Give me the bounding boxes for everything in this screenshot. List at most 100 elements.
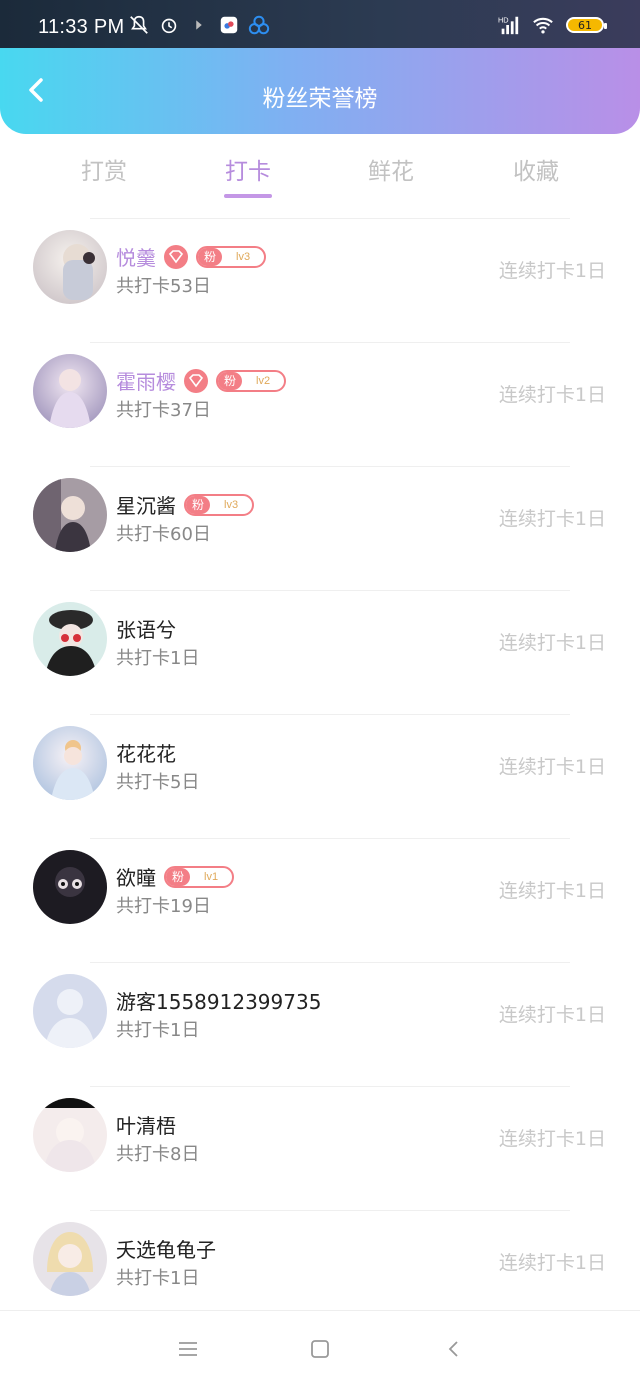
avatar[interactable] — [33, 850, 107, 924]
fan-name: 张语兮 — [116, 618, 176, 642]
streak-checkin: 连续打卡1日 — [498, 260, 606, 282]
fan-level: lv2 — [256, 374, 271, 387]
total-checkin: 共打卡60日 — [116, 524, 211, 545]
fan-name-row: 欲瞳 粉 lv1 — [116, 862, 235, 891]
streak-checkin: 连续打卡1日 — [498, 384, 606, 406]
arrow-icon — [196, 20, 202, 30]
list-item[interactable]: 游客1558912399735 共打卡1日 连续打卡1日 — [0, 962, 640, 1086]
avatar[interactable] — [33, 230, 107, 304]
list-item[interactable]: 花花花 共打卡5日 连续打卡1日 — [0, 714, 640, 838]
divider — [90, 838, 570, 839]
wifi-icon — [533, 17, 553, 34]
divider — [90, 590, 570, 591]
menu-button[interactable] — [176, 1337, 200, 1361]
total-checkin: 共打卡37日 — [116, 400, 211, 421]
fan-name-row: 夭选龟龟子 — [116, 1234, 216, 1263]
avatar[interactable] — [33, 354, 107, 428]
fan-name-row: 叶清梧 — [116, 1110, 176, 1139]
fan-level: lv1 — [204, 870, 219, 883]
tab-checkin-label: 打卡 — [225, 159, 271, 185]
streak-checkin: 连续打卡1日 — [498, 1252, 606, 1274]
tab-flowers[interactable]: 鲜花 — [331, 152, 451, 186]
streak-checkin: 连续打卡1日 — [498, 508, 606, 530]
fan-name-row: 霍雨樱 粉 lv2 — [116, 366, 287, 395]
list-item[interactable]: 欲瞳 粉 lv1 共打卡19日 连续打卡1日 — [0, 838, 640, 962]
home-button[interactable] — [308, 1337, 332, 1361]
fan-name-row: 花花花 — [116, 738, 176, 767]
battery-level: 61 — [578, 18, 592, 32]
fan-badge-label: 粉 — [166, 867, 191, 886]
fan-name-row: 悦羹 粉 lv3 — [116, 242, 267, 271]
total-checkin: 共打卡53日 — [116, 276, 211, 297]
back-icon — [448, 1341, 458, 1357]
streak-checkin: 连续打卡1日 — [498, 756, 606, 778]
fan-name-row: 张语兮 — [116, 614, 176, 643]
divider — [90, 1210, 570, 1211]
list-item[interactable]: 张语兮 共打卡1日 连续打卡1日 — [0, 590, 640, 714]
tab-bar: 打赏 打卡 鲜花 收藏 — [0, 134, 640, 204]
fan-name: 叶清梧 — [116, 1114, 176, 1138]
fan-name: 夭选龟龟子 — [116, 1238, 216, 1262]
streak-checkin: 连续打卡1日 — [498, 1128, 606, 1150]
fan-name: 悦羹 — [116, 246, 156, 270]
list-item[interactable]: 悦羹 粉 lv3 共打卡53日 连续打卡1日 — [0, 218, 640, 342]
page-title: 粉丝荣誉榜 — [262, 86, 378, 112]
fan-level: lv3 — [236, 250, 251, 263]
list-item[interactable]: 星沉酱 粉 lv3 共打卡60日 连续打卡1日 — [0, 466, 640, 590]
avatar[interactable] — [33, 1222, 107, 1296]
fan-name-row: 星沉酱 粉 lv3 — [116, 490, 255, 519]
avatar[interactable] — [33, 602, 107, 676]
app-icon — [248, 15, 270, 35]
avatar[interactable] — [33, 726, 107, 800]
fan-badge-label: 粉 — [218, 371, 243, 390]
gem-icon — [164, 244, 188, 269]
total-checkin: 共打卡8日 — [116, 1144, 200, 1165]
fan-name: 霍雨樱 — [116, 370, 176, 394]
fan-name-row: 游客1558912399735 — [116, 986, 321, 1015]
total-checkin: 共打卡1日 — [116, 648, 200, 669]
tab-checkin[interactable]: 打卡 — [188, 152, 308, 198]
gem-icon — [184, 368, 208, 393]
back-nav-button[interactable] — [442, 1337, 466, 1361]
fan-badge-label: 粉 — [198, 247, 223, 266]
divider — [90, 342, 570, 343]
fan-badge: 粉 lv3 — [196, 245, 267, 268]
avatar[interactable] — [33, 974, 107, 1048]
divider — [90, 466, 570, 467]
status-icons-left — [128, 14, 270, 36]
avatar[interactable] — [33, 1098, 107, 1172]
total-checkin: 共打卡19日 — [116, 896, 211, 917]
home-icon — [311, 1340, 329, 1358]
fan-level: lv3 — [224, 498, 239, 511]
tab-reward[interactable]: 打赏 — [44, 152, 164, 186]
tab-favorites[interactable]: 收藏 — [476, 152, 596, 186]
fan-badge: 粉 lv3 — [184, 493, 255, 516]
divider — [90, 1086, 570, 1087]
avatar[interactable] — [33, 478, 107, 552]
fan-name: 游客1558912399735 — [116, 990, 322, 1014]
fan-badge: 粉 lv2 — [216, 369, 287, 392]
streak-checkin: 连续打卡1日 — [498, 632, 606, 654]
alarm-icon — [161, 18, 177, 34]
fan-badge: 粉 lv1 — [164, 865, 235, 888]
list-item[interactable]: 霍雨樱 粉 lv2 共打卡37日 连续打卡1日 — [0, 342, 640, 466]
list-item[interactable]: 叶清梧 共打卡8日 连续打卡1日 — [0, 1086, 640, 1210]
system-nav-bar — [0, 1310, 640, 1388]
fan-name: 花花花 — [116, 742, 176, 766]
streak-checkin: 连续打卡1日 — [498, 880, 606, 902]
total-checkin: 共打卡1日 — [116, 1268, 200, 1289]
fan-name: 星沉酱 — [116, 494, 176, 518]
status-bar: 11:33 PM HD 61 — [0, 0, 640, 48]
divider — [90, 218, 570, 219]
menu-icon — [179, 1342, 197, 1356]
status-icons-right: HD 61 — [498, 14, 607, 36]
mute-icon — [130, 15, 148, 34]
total-checkin: 共打卡5日 — [116, 772, 200, 793]
fan-name: 欲瞳 — [116, 866, 156, 890]
signal-icon: HD — [498, 15, 519, 35]
battery-icon: 61 — [566, 17, 607, 33]
divider — [90, 714, 570, 715]
app-icon — [220, 16, 238, 34]
svg-text:HD: HD — [498, 15, 509, 24]
status-time: 11:33 PM — [38, 16, 125, 38]
